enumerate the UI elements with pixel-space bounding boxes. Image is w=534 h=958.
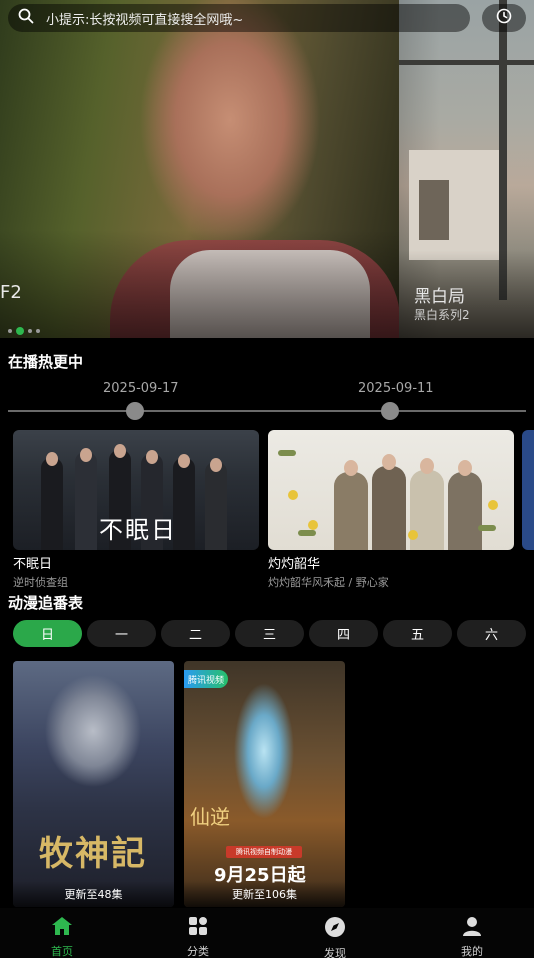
poster-figure [75,452,97,550]
tab-day-sat[interactable]: 六 [457,620,526,647]
search-bar[interactable]: 小提示:长按视频可直接搜全网哦~ [8,4,470,32]
banner-slide-main[interactable]: F2 [0,0,400,338]
weekday-tabs: 日 一 二 三 四 五 六 [13,620,526,647]
bottom-nav: 首页 分类 发现 我的 [0,908,534,958]
compass-icon [324,916,346,942]
poster-flower [408,530,418,540]
poster-figure [41,458,63,550]
card-title: 灼灼韶华 [268,557,321,572]
nav-discover[interactable]: 发现 [305,916,365,958]
timeline-date: 2025-09-11 [358,381,434,396]
card-subtitle: 灼灼韶华风禾起 / 野心家 [268,576,389,589]
nav-home[interactable]: 首页 [32,916,92,958]
anime-list: 牧神記 更新至48集 腾讯视频 仙逆 腾讯视频自制动漫 9月25日起 更新至10… [13,661,353,907]
tab-day-mon[interactable]: 一 [87,620,156,647]
poster-leaf [298,530,316,536]
poster-figure [372,466,406,550]
poster-image [268,430,514,550]
history-button[interactable] [482,4,526,32]
poster-strip-text: 腾讯视频自制动漫 [236,848,292,856]
hot-card[interactable]: 灼灼韶华 灼灼韶华风禾起 / 野心家 [268,430,514,590]
tab-day-fri[interactable]: 五 [383,620,452,647]
poster-leaf [278,450,296,456]
banner-door [419,180,449,240]
hot-list: 不眠日 不眠日 逆时侦查组 灼灼韶华 灼灼韶华风禾起 / 野心家 [13,430,534,589]
update-status: 更新至106集 [184,881,345,907]
section-title-anime: 动漫追番表 [8,594,84,612]
nav-mine[interactable]: 我的 [442,916,502,958]
poster-title-text: 不眠日 [99,516,177,544]
home-icon [51,916,73,940]
poster-figure [334,472,368,550]
search-icon [18,8,34,28]
banner-fade [0,230,399,338]
poster-figure-head [382,454,396,470]
anime-card[interactable]: 牧神記 更新至48集 [13,661,174,907]
tab-day-tue[interactable]: 二 [161,620,230,647]
pagination-dot[interactable] [36,329,40,333]
pagination-dot-active[interactable] [16,327,24,335]
poster-figure-head [344,460,358,476]
timeline-track [8,410,526,412]
poster-flower [308,520,318,530]
poster-image: 不眠日 [13,430,259,550]
tab-day-sun[interactable]: 日 [13,620,82,647]
banner-window-bar [399,60,534,65]
poster-figure-head [420,458,434,474]
nav-label: 发现 [324,947,346,958]
card-title: 不眠日 [13,557,53,572]
poster-flower [288,490,298,500]
hot-card-partial[interactable] [522,430,534,550]
poster-figure-head [80,448,92,462]
nav-label: 我的 [461,945,483,958]
poster-figure-head [46,452,58,466]
timeline-date: 2025-09-17 [103,381,179,396]
banner-slide-next[interactable]: 黑白局 黑白系列2 [399,0,534,338]
category-icon [188,916,208,940]
poster-figure-head [114,444,126,458]
hot-card[interactable]: 不眠日 不眠日 逆时侦查组 [13,430,259,590]
banner-main-title: F2 [0,282,22,303]
poster-figure [205,462,227,550]
clock-icon [496,8,512,28]
date-timeline[interactable]: 2025-09-17 2025-09-11 [8,378,526,420]
banner-side-title: 黑白局 [414,287,465,307]
nav-category[interactable]: 分类 [168,916,228,958]
poster-figure-head [210,458,222,472]
pagination-dot[interactable] [28,329,32,333]
tab-day-thu[interactable]: 四 [309,620,378,647]
banner-carousel[interactable]: F2 黑白局 黑白系列2 [0,0,534,338]
poster-figure [448,472,482,550]
timeline-knob[interactable] [126,402,144,420]
nav-label: 首页 [51,945,73,958]
poster-flower [488,500,498,510]
banner-side-subtitle: 黑白系列2 [414,308,470,322]
anime-card[interactable]: 腾讯视频 仙逆 腾讯视频自制动漫 9月25日起 更新至106集 [184,661,345,907]
tab-day-wed[interactable]: 三 [235,620,304,647]
poster-calligraphy: 仙逆 [190,805,230,829]
poster-figure-head [146,450,158,464]
poster-logo-text: 牧神記 [39,834,147,874]
poster-leaf [478,525,496,531]
pagination-dot[interactable] [8,329,12,333]
card-subtitle: 逆时侦查组 [13,576,68,589]
poster-figure-head [458,460,472,476]
source-badge: 腾讯视频 [184,670,229,688]
search-placeholder: 小提示:长按视频可直接搜全网哦~ [46,12,244,28]
update-status: 更新至48集 [13,881,174,907]
section-title-hot: 在播热更中 [8,353,84,371]
timeline-knob[interactable] [381,402,399,420]
nav-label: 分类 [187,945,209,958]
user-icon [462,916,482,940]
poster-figure-head [178,454,190,468]
poster-strip: 腾讯视频自制动漫 [226,846,302,858]
banner-pagination [8,327,40,335]
